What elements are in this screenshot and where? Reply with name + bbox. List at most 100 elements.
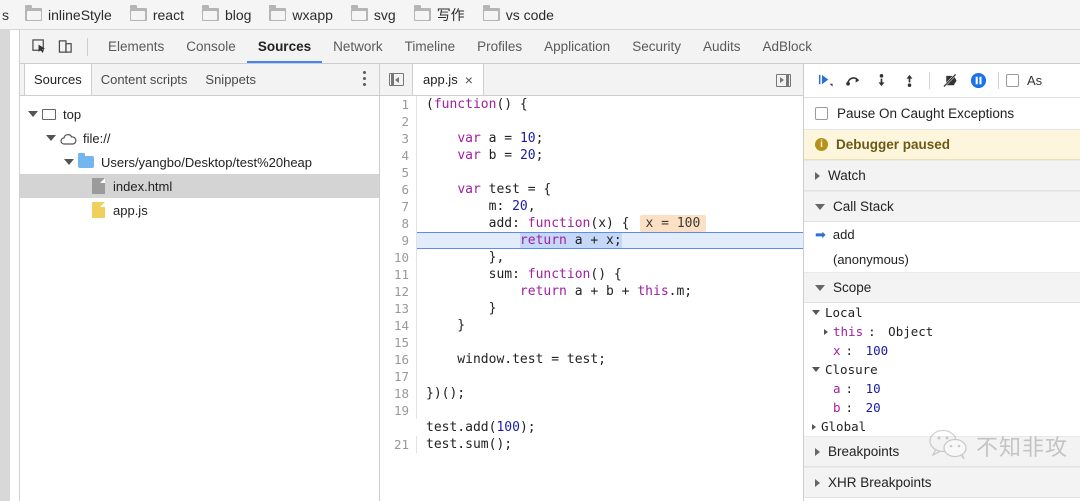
tab-audits[interactable]: Audits <box>692 30 752 63</box>
line-content: var a = 10; <box>457 131 544 146</box>
tab-elements[interactable]: Elements <box>97 30 175 63</box>
tab-security[interactable]: Security <box>621 30 692 63</box>
section-xhr-breakpoints[interactable]: XHR Breakpoints <box>804 467 1080 498</box>
scope-prop-a: a: 10 <box>833 381 881 396</box>
bookmark-item[interactable]: svg <box>343 5 406 25</box>
bookmark-item[interactable]: vs code <box>475 5 564 25</box>
code-line: 14 } <box>380 317 803 334</box>
nav-tab-snippets[interactable]: Snippets <box>196 64 265 95</box>
close-icon[interactable]: × <box>465 73 473 87</box>
section-call-stack[interactable]: Call Stack <box>804 191 1080 222</box>
bookmark-item[interactable]: 写作 <box>406 3 475 27</box>
bookmark-item[interactable]: react <box>122 5 194 25</box>
step-over-icon[interactable] <box>840 68 866 94</box>
device-toolbar-icon[interactable] <box>52 35 78 59</box>
line-number: 11 <box>380 266 417 283</box>
line-content: }, <box>426 250 505 265</box>
chevron-right-icon[interactable] <box>815 447 820 456</box>
line-content: } <box>426 318 466 333</box>
step-out-icon[interactable] <box>896 68 922 94</box>
current-frame-arrow-icon: ➡ <box>815 227 826 242</box>
line-number: 18 <box>380 385 417 402</box>
devtools-tabs: Elements Console Sources Network Timelin… <box>97 30 823 63</box>
chevron-right-icon[interactable] <box>815 171 820 180</box>
line-number: 15 <box>380 334 417 351</box>
scope-prop-this[interactable]: this: Object <box>804 322 1080 341</box>
chevron-down-icon[interactable] <box>46 135 56 141</box>
code-editor[interactable]: 1 (function() { 2 3 var a = 10; 4 var b =… <box>380 96 803 501</box>
pause-circle-icon[interactable] <box>965 68 991 94</box>
resume-icon[interactable] <box>812 68 838 94</box>
section-breakpoints[interactable]: Breakpoints <box>804 436 1080 467</box>
code-line: 1 (function() { <box>380 96 803 113</box>
tab-profiles[interactable]: Profiles <box>466 30 533 63</box>
tab-console[interactable]: Console <box>175 30 247 63</box>
deactivate-breakpoints-icon[interactable] <box>937 68 963 94</box>
chevron-down-icon[interactable] <box>815 203 825 210</box>
debugger-toolbar: As <box>804 64 1080 98</box>
code-line: 10 }, <box>380 249 803 266</box>
tree-item-index-html[interactable]: index.html <box>20 174 379 198</box>
pause-on-caught-exceptions-row[interactable]: Pause On Caught Exceptions <box>804 98 1080 130</box>
chevron-down-icon[interactable] <box>812 310 820 315</box>
chevron-down-icon[interactable] <box>64 159 74 165</box>
chevron-down-icon[interactable] <box>812 367 820 372</box>
bookmark-label: inlineStyle <box>48 6 112 23</box>
scope-group-global[interactable]: Global <box>804 417 1080 436</box>
editor-tab-app-js[interactable]: app.js × <box>412 64 484 95</box>
tree-item-app-js[interactable]: app.js <box>20 198 379 222</box>
bookmark-label: svg <box>373 6 396 23</box>
folder-icon <box>201 5 219 21</box>
nav-tab-sources[interactable]: Sources <box>24 64 92 95</box>
scope-group-closure[interactable]: Closure <box>804 360 1080 379</box>
inspect-element-icon[interactable] <box>26 35 52 59</box>
code-line: 18 })(); <box>380 385 803 402</box>
tree-item-file-protocol[interactable]: file:// <box>20 126 379 150</box>
nav-tab-content-scripts[interactable]: Content scripts <box>92 64 197 95</box>
tab-adblock[interactable]: AdBlock <box>752 30 824 63</box>
async-checkbox[interactable] <box>1006 74 1019 87</box>
tree-item-top[interactable]: top <box>20 102 379 126</box>
tree-item-directory[interactable]: Users/yangbo/Desktop/test%20heap <box>20 150 379 174</box>
code-line: 7 m: 20, <box>380 198 803 215</box>
tab-timeline[interactable]: Timeline <box>394 30 467 63</box>
scope-group-label: Local <box>825 305 863 320</box>
code-line: 16 window.test = test; <box>380 351 803 368</box>
call-stack-frame-add[interactable]: ➡ add <box>804 222 1080 247</box>
line-content: })(); <box>426 386 466 401</box>
pause-on-caught-checkbox[interactable] <box>815 107 828 120</box>
chevron-down-icon[interactable] <box>28 111 38 117</box>
collapse-left-panel-icon[interactable] <box>384 70 408 90</box>
bookmark-item[interactable]: wxapp <box>261 5 342 25</box>
chevron-down-icon[interactable] <box>815 284 825 291</box>
chevron-right-icon[interactable] <box>824 328 828 335</box>
editor-panel: app.js × 1 (function() { 2 3 var a = 10; … <box>380 64 804 501</box>
chevron-right-icon[interactable] <box>815 478 820 487</box>
scope-group-local[interactable]: Local <box>804 303 1080 322</box>
call-stack-frame-anonymous[interactable]: (anonymous) <box>804 247 1080 272</box>
scope-group-label: Global <box>821 419 867 434</box>
bookmark-item[interactable]: blog <box>194 5 261 25</box>
kebab-menu-icon[interactable] <box>363 71 367 89</box>
editor-tab-label: app.js <box>423 72 458 87</box>
line-number: 7 <box>380 198 417 215</box>
expand-right-panel-icon[interactable] <box>771 70 795 90</box>
line-number: 5 <box>380 164 417 181</box>
section-watch[interactable]: Watch <box>804 160 1080 191</box>
devtools-toolbar: Elements Console Sources Network Timelin… <box>0 30 1080 64</box>
folder-icon <box>269 5 287 21</box>
chevron-right-icon[interactable] <box>812 423 816 430</box>
scope-prop-name: b <box>833 400 841 415</box>
tab-sources[interactable]: Sources <box>247 30 322 63</box>
toolbar-divider <box>87 37 88 56</box>
section-scope[interactable]: Scope <box>804 272 1080 303</box>
tab-network[interactable]: Network <box>322 30 394 63</box>
folder-icon <box>350 5 368 21</box>
tree-item-label: file:// <box>83 130 111 146</box>
line-content: var test = { <box>457 182 552 197</box>
step-into-icon[interactable] <box>868 68 894 94</box>
scope-prop-value: 10 <box>865 381 881 396</box>
tab-application[interactable]: Application <box>533 30 621 63</box>
bookmark-item[interactable]: inlineStyle <box>17 5 122 25</box>
scope-prop-name: this <box>833 324 864 339</box>
